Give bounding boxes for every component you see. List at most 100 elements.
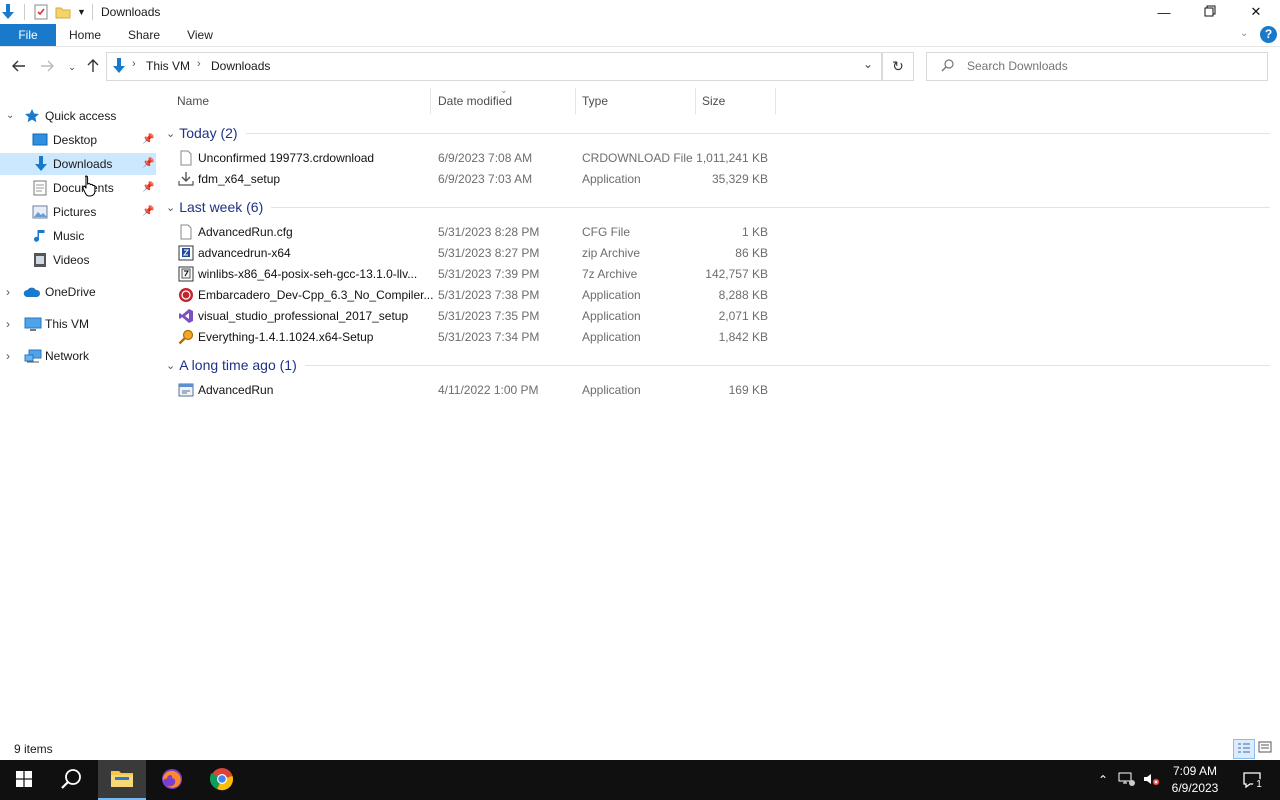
chevron-down-icon[interactable]: ⌄: [166, 201, 175, 214]
breadcrumb-separator-icon: ›: [132, 58, 136, 70]
column-header-date-modified[interactable]: Date modified: [438, 94, 512, 108]
arrow-right-icon: [40, 59, 54, 75]
download-icon: [33, 155, 49, 176]
search-taskbar-button[interactable]: [48, 760, 96, 800]
pin-icon: 📌: [142, 134, 155, 145]
chevron-down-icon[interactable]: ⌄: [166, 127, 175, 140]
volume-button[interactable]: [1140, 760, 1162, 800]
help-icon[interactable]: ?: [1260, 26, 1277, 43]
file-date-modified: 5/31/2023 8:27 PM: [438, 246, 540, 260]
tab-file[interactable]: File: [0, 24, 56, 46]
show-hidden-icons-button[interactable]: ⌃: [1092, 760, 1114, 800]
sidebar-item-quick-access[interactable]: ⌄ Quick access: [0, 105, 156, 127]
group-header-long-time-ago[interactable]: ⌄ A long time ago (1): [158, 354, 1270, 376]
details-view-button[interactable]: [1233, 739, 1255, 759]
network-status-icon: [1118, 771, 1136, 790]
file-size: 1 KB: [741, 225, 768, 239]
file-row[interactable]: winlibs-x86_64-posix-seh-gcc-13.1.0-llv.…: [158, 264, 778, 285]
breadcrumb-this-vm[interactable]: This VM: [146, 59, 190, 73]
sidebar-item-desktop[interactable]: Desktop 📌: [0, 129, 156, 151]
chevron-right-icon[interactable]: ›: [6, 317, 10, 331]
download-arrow-icon: [0, 3, 16, 21]
new-folder-icon[interactable]: [55, 4, 71, 20]
column-separator[interactable]: [775, 88, 776, 114]
pin-icon: 📌: [142, 158, 155, 169]
clock[interactable]: 7:09 AM 6/9/2023: [1164, 760, 1226, 800]
chevron-down-icon[interactable]: ⌄: [166, 359, 175, 372]
properties-icon[interactable]: [33, 4, 49, 20]
tab-home[interactable]: Home: [62, 24, 108, 46]
search-box[interactable]: [926, 52, 1268, 81]
volume-muted-icon: [1142, 771, 1160, 790]
breadcrumb-downloads[interactable]: Downloads: [211, 59, 270, 73]
sidebar-item-network[interactable]: › Network: [0, 345, 156, 367]
file-row[interactable]: advancedrun-x64 5/31/2023 8:27 PM zip Ar…: [158, 243, 778, 264]
installer-icon: [178, 171, 194, 187]
file-row[interactable]: AdvancedRun 4/11/2022 1:00 PM Applicatio…: [158, 380, 778, 401]
column-header-type[interactable]: Type: [582, 94, 608, 108]
sidebar-item-documents[interactable]: Documents 📌: [0, 177, 156, 199]
visual-studio-icon: [178, 308, 194, 324]
file-date-modified: 4/11/2022 1:00 PM: [438, 383, 539, 397]
large-icons-view-button[interactable]: [1256, 740, 1274, 757]
chrome-taskbar-button[interactable]: [198, 760, 246, 800]
search-icon: [61, 768, 83, 793]
arrow-up-icon: [87, 58, 99, 76]
file-name: fdm_x64_setup: [198, 172, 281, 186]
restore-button[interactable]: [1187, 0, 1233, 24]
firefox-taskbar-button[interactable]: [148, 760, 196, 800]
address-dropdown-chevron-icon[interactable]: ⌄: [863, 57, 873, 71]
sidebar-item-pictures[interactable]: Pictures 📌: [0, 201, 156, 223]
file-date-modified: 5/31/2023 7:38 PM: [438, 288, 540, 302]
file-row[interactable]: fdm_x64_setup 6/9/2023 7:03 AM Applicati…: [158, 169, 778, 190]
column-header-name[interactable]: Name: [177, 94, 209, 108]
group-header-last-week[interactable]: ⌄ Last week (6): [158, 196, 1270, 218]
network-status-button[interactable]: [1116, 760, 1138, 800]
file-row[interactable]: Everything-1.4.1.1024.x64-Setup 5/31/202…: [158, 327, 778, 348]
forward-button[interactable]: [36, 57, 58, 77]
minimize-button[interactable]: —: [1141, 0, 1187, 24]
file-name: Unconfirmed 199773.crdownload: [198, 151, 375, 165]
file-explorer-taskbar-button[interactable]: [98, 760, 146, 800]
refresh-button[interactable]: ↻: [882, 52, 914, 81]
close-button[interactable]: ✕: [1233, 0, 1279, 24]
column-header-size[interactable]: Size: [702, 94, 725, 108]
windows-logo-icon: [16, 770, 32, 790]
tab-share[interactable]: Share: [122, 24, 166, 46]
file-row[interactable]: Embarcadero_Dev-Cpp_6.3_No_Compiler... 5…: [158, 285, 778, 306]
group-header-today[interactable]: ⌄ Today (2): [158, 122, 1270, 144]
chevron-right-icon[interactable]: ›: [6, 349, 10, 363]
desktop-icon: [32, 133, 48, 150]
expand-ribbon-chevron-icon[interactable]: ⌄: [1240, 28, 1248, 39]
file-row[interactable]: Unconfirmed 199773.crdownload 6/9/2023 7…: [158, 148, 778, 169]
chevron-down-icon[interactable]: ⌄: [6, 110, 14, 121]
search-input[interactable]: [967, 57, 1257, 75]
back-button[interactable]: [8, 57, 30, 77]
file-row[interactable]: visual_studio_professional_2017_setup 5/…: [158, 306, 778, 327]
computer-icon: [24, 317, 42, 335]
file-name: advancedrun-x64: [198, 246, 291, 260]
sidebar-item-downloads[interactable]: Downloads 📌: [0, 153, 156, 175]
action-center-button[interactable]: 1: [1232, 760, 1272, 800]
sidebar-item-label: Pictures: [53, 205, 97, 219]
column-separator[interactable]: [695, 88, 696, 114]
sidebar-item-label: Downloads: [53, 157, 113, 171]
sidebar-item-videos[interactable]: Videos: [0, 249, 156, 271]
file-row[interactable]: AdvancedRun.cfg 5/31/2023 8:28 PM CFG Fi…: [158, 222, 778, 243]
chevron-right-icon[interactable]: ›: [6, 285, 10, 299]
recent-locations-button[interactable]: ⌄: [61, 57, 83, 77]
sidebar-item-music[interactable]: Music: [0, 225, 156, 247]
column-separator[interactable]: [430, 88, 431, 114]
sidebar-item-onedrive[interactable]: › OneDrive: [0, 281, 156, 303]
tab-view[interactable]: View: [180, 24, 220, 46]
sidebar-item-this-vm[interactable]: › This VM: [0, 313, 156, 335]
breadcrumb-separator-icon: ›: [197, 58, 201, 70]
address-bar[interactable]: › This VM › Downloads ⌄: [106, 52, 882, 81]
clock-time: 7:09 AM: [1172, 764, 1218, 778]
column-separator[interactable]: [575, 88, 576, 114]
customize-toolbar-chevron-icon[interactable]: ▼: [77, 7, 86, 17]
start-button[interactable]: [0, 760, 48, 800]
up-button[interactable]: [82, 57, 104, 77]
blank-file-icon: [178, 224, 194, 240]
sidebar-item-label: Network: [45, 349, 90, 363]
